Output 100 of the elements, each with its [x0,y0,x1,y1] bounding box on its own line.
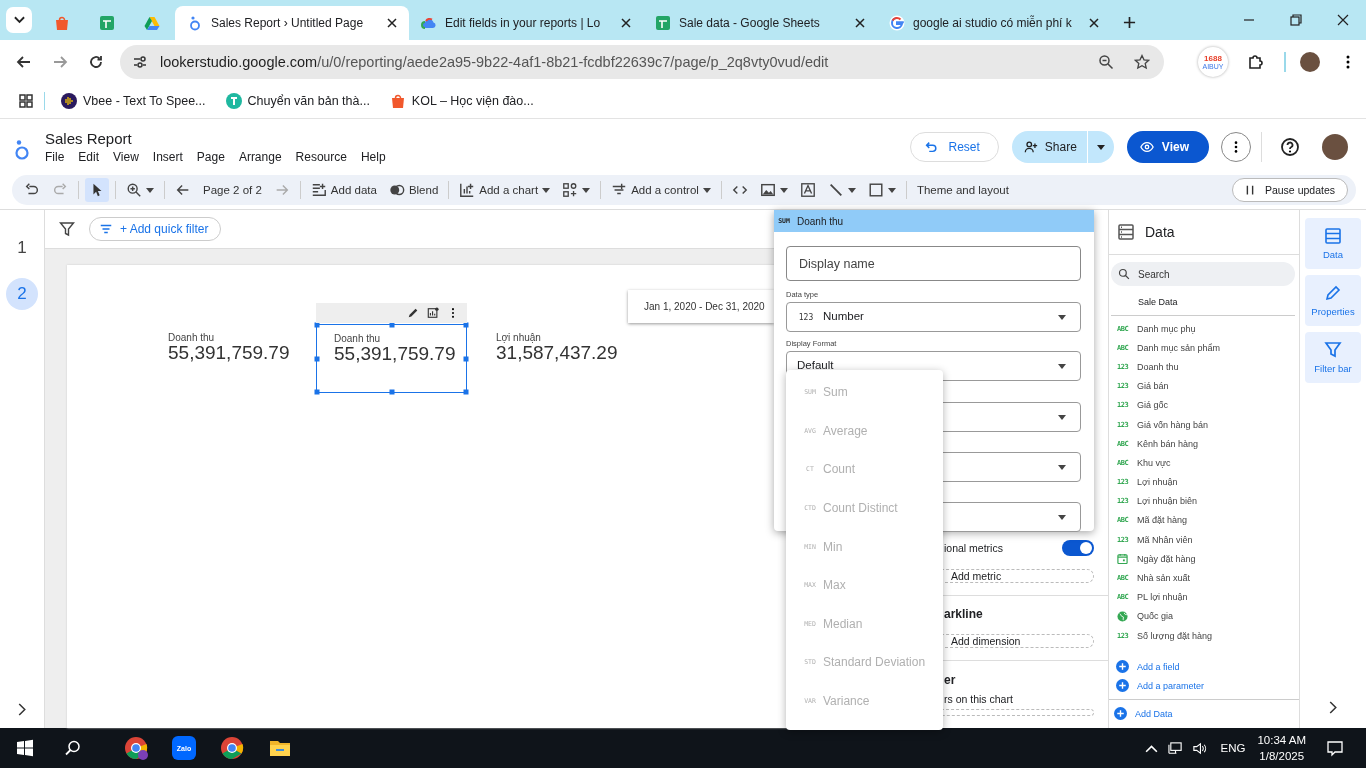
report-title[interactable]: Sales Report [45,130,132,147]
browser-tab[interactable]: google ai studio có miễn phí k [877,6,1111,40]
close-icon[interactable] [1089,18,1099,28]
menu-item[interactable]: Help [360,150,386,164]
avatar[interactable] [1300,52,1320,72]
search-icon [1118,268,1130,280]
volume-icon[interactable] [1192,740,1208,756]
caret-icon [1058,363,1066,369]
section-title: er [944,672,957,687]
add-field-link[interactable]: Add a field [1116,660,1299,673]
resize-handle[interactable] [463,389,469,395]
chrome-icon[interactable] [124,736,148,760]
browser-tab[interactable]: Edit fields in your reports | Lo [409,6,643,40]
field-item[interactable]: Quốc gia [1109,606,1299,626]
caret-icon [1058,414,1066,420]
notification-icon[interactable] [1326,739,1344,757]
page-indicator[interactable]: Page 2 of 2 [199,178,266,202]
add-data-link[interactable]: Add Data [1109,700,1299,728]
page-number[interactable]: 1 [6,232,38,264]
filter-icon [1324,341,1342,359]
field-item[interactable]: Ngày đặt hàng [1109,549,1299,569]
back-icon[interactable] [16,54,32,70]
select-tool[interactable] [85,178,109,202]
resize-handle[interactable] [314,356,320,361]
control-tool[interactable]: Add a control [607,178,715,202]
display-name-field[interactable]: Display name [786,246,1081,281]
resize-handle[interactable] [463,356,469,361]
menu-item[interactable]: Edit [78,150,100,164]
looker-icon [187,15,203,31]
windows-start-icon[interactable] [16,739,34,757]
eye-icon [1139,140,1154,154]
clock[interactable]: 10:34 AM 1/8/2025 [1257,731,1306,765]
menu-item[interactable]: Insert [152,150,183,164]
add-data-tool[interactable]: Add data [306,178,381,202]
side-tab[interactable]: Data [1305,218,1361,269]
forward-icon[interactable] [52,54,68,70]
database-icon [1324,227,1342,245]
chevron-right-icon[interactable] [17,703,27,716]
pencil-icon[interactable] [407,307,419,319]
view-button[interactable]: View [1126,131,1209,163]
blend-tool[interactable]: Blend [384,178,443,202]
help-icon[interactable] [1280,137,1300,157]
side-tab[interactable]: Filter bar [1305,332,1361,383]
search-icon[interactable] [64,739,82,757]
bookmark[interactable]: Chuyển văn bản thà... [225,93,370,109]
reload-icon[interactable] [88,54,104,70]
puzzle-icon[interactable] [1248,54,1264,70]
resize-handle[interactable] [314,389,320,395]
chart-tool[interactable]: Add a chart [455,178,555,202]
close-icon[interactable] [855,18,865,28]
toggle-switch[interactable] [1062,540,1094,556]
avatar[interactable] [1322,134,1348,160]
bookmark[interactable]: KOL – Học viện đào... [389,93,534,109]
browser-tab[interactable]: Sales Report › Untitled Page [175,6,409,40]
search-field[interactable]: Search [1111,262,1295,286]
close-icon[interactable] [621,18,631,28]
menu-item[interactable]: View [113,150,139,164]
scorecard[interactable]: Doanh thu 55,391,759.79 [163,324,314,393]
side-tab[interactable]: Properties [1305,275,1361,326]
tab-search-button[interactable] [6,7,32,33]
data-type-select[interactable]: 123 Number [786,302,1081,332]
add-circle-icon [1116,679,1129,692]
address-bar[interactable]: lookerstudio.google.com/u/0/reporting/aede2a95-9b22-4af1-8b21-fcdbf22639c7/page/p_2q8vty0vud/edit [120,45,1164,79]
star-icon[interactable] [1134,54,1150,70]
scorecard[interactable]: Lợi nhuận 31,587,437.29 [491,324,642,393]
menu-item[interactable]: Arrange [238,150,282,164]
close-icon[interactable] [1337,14,1349,26]
site-settings-icon[interactable] [132,54,148,70]
pause-updates-button[interactable]: Pause updates [1231,178,1348,202]
menu-item[interactable]: Page [196,150,225,164]
apps-grid-icon[interactable] [18,93,34,109]
looker-logo-icon [14,139,30,161]
section-title: arkline [944,607,984,622]
add-circle-icon [1116,660,1129,673]
theme-tool[interactable]: Theme and layout [912,178,1013,202]
menu-item[interactable]: File [45,150,65,164]
t-circle-icon [225,93,242,109]
filter-icon[interactable] [59,221,75,237]
chart-settings-icon[interactable] [427,307,439,319]
network-icon[interactable] [1168,740,1184,756]
page-number[interactable]: 2 [6,278,38,310]
blend-icon [388,182,405,198]
chrome-icon[interactable] [220,736,244,760]
restore-icon[interactable] [1290,14,1302,26]
chevron-right-icon[interactable] [1328,701,1338,714]
add-parameter-link[interactable]: Add a parameter [1116,679,1299,692]
menu-item[interactable]: Resource [295,150,347,164]
browser-tab[interactable]: Sale data - Google Sheets [643,6,877,40]
date-range-control[interactable]: Jan 1, 2020 - Dec 31, 2020 [628,290,774,323]
caret-icon [1096,144,1105,150]
share-menu-button[interactable] [1087,131,1114,163]
new-tab-icon[interactable] [1123,16,1136,29]
close-icon[interactable] [387,18,397,28]
zoom-out-icon[interactable] [1098,54,1114,70]
arrow-left-icon [175,182,191,198]
bookmark[interactable]: Vbee - Text To Spee... [61,93,206,109]
language-indicator[interactable]: ENG [1220,742,1246,754]
resize-handle[interactable] [389,389,394,395]
shopping-bag-icon [54,15,70,31]
share-button[interactable]: Share [1011,131,1087,163]
